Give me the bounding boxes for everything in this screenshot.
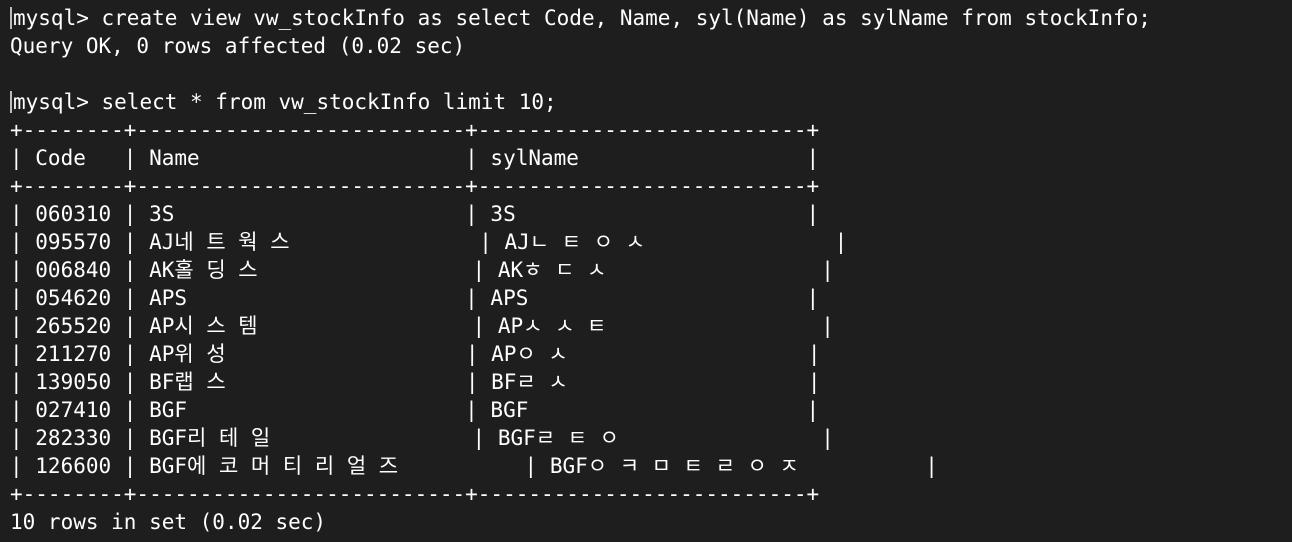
line-marker — [10, 7, 12, 29]
table-border-top: +--------+--------------------------+---… — [10, 118, 820, 142]
table-row: | 126600 | BGF에 코 머 티 리 얼 즈 | BGFㅇ ㅋ ㅁ ㅌ… — [10, 454, 938, 478]
table-row: | 054620 | APS | APS | — [10, 286, 820, 310]
command-line-1: mysql> create view vw_stockInfo as selec… — [10, 4, 1292, 32]
table-row: | 139050 | BF랩 스 | BFㄹ ㅅ | — [10, 370, 821, 394]
table-row: | 027410 | BGF | BGF | — [10, 398, 820, 422]
select-command: select * from vw_stockInfo limit 10; — [101, 90, 557, 114]
mysql-prompt: mysql> — [13, 6, 102, 30]
table-border-mid: +--------+--------------------------+---… — [10, 174, 820, 198]
table-border-bottom: +--------+--------------------------+---… — [10, 482, 820, 506]
table-row: | 060310 | 3S | 3S | — [10, 202, 820, 226]
rows-in-set-message: 10 rows in set (0.02 sec) — [10, 510, 327, 534]
table-row: | 265520 | AP시 스 템 | APㅅ ㅅ ㅌ | — [10, 314, 834, 338]
terminal-window[interactable]: mysql> create view vw_stockInfo as selec… — [0, 0, 1292, 542]
table-row: | 095570 | AJ네 트 웍 스 | AJㄴ ㅌ ㅇ ㅅ | — [10, 230, 848, 254]
mysql-prompt: mysql> — [13, 90, 102, 114]
table-row: | 006840 | AK홀 딩 스 | AKㅎ ㄷ ㅅ | — [10, 258, 834, 282]
table-header-row: | Code | Name | sylName | — [10, 146, 820, 170]
create-view-command: create view vw_stockInfo as select Code,… — [101, 6, 1151, 30]
table-row: | 282330 | BGF리 테 일 | BGFㄹ ㅌ ㅇ | — [10, 426, 834, 450]
command-line-2: mysql> select * from vw_stockInfo limit … — [10, 88, 1292, 116]
line-marker — [10, 91, 12, 113]
query-result-message: Query OK, 0 rows affected (0.02 sec) — [10, 34, 466, 58]
table-row: | 211270 | AP위 성 | APㅇ ㅅ | — [10, 342, 821, 366]
